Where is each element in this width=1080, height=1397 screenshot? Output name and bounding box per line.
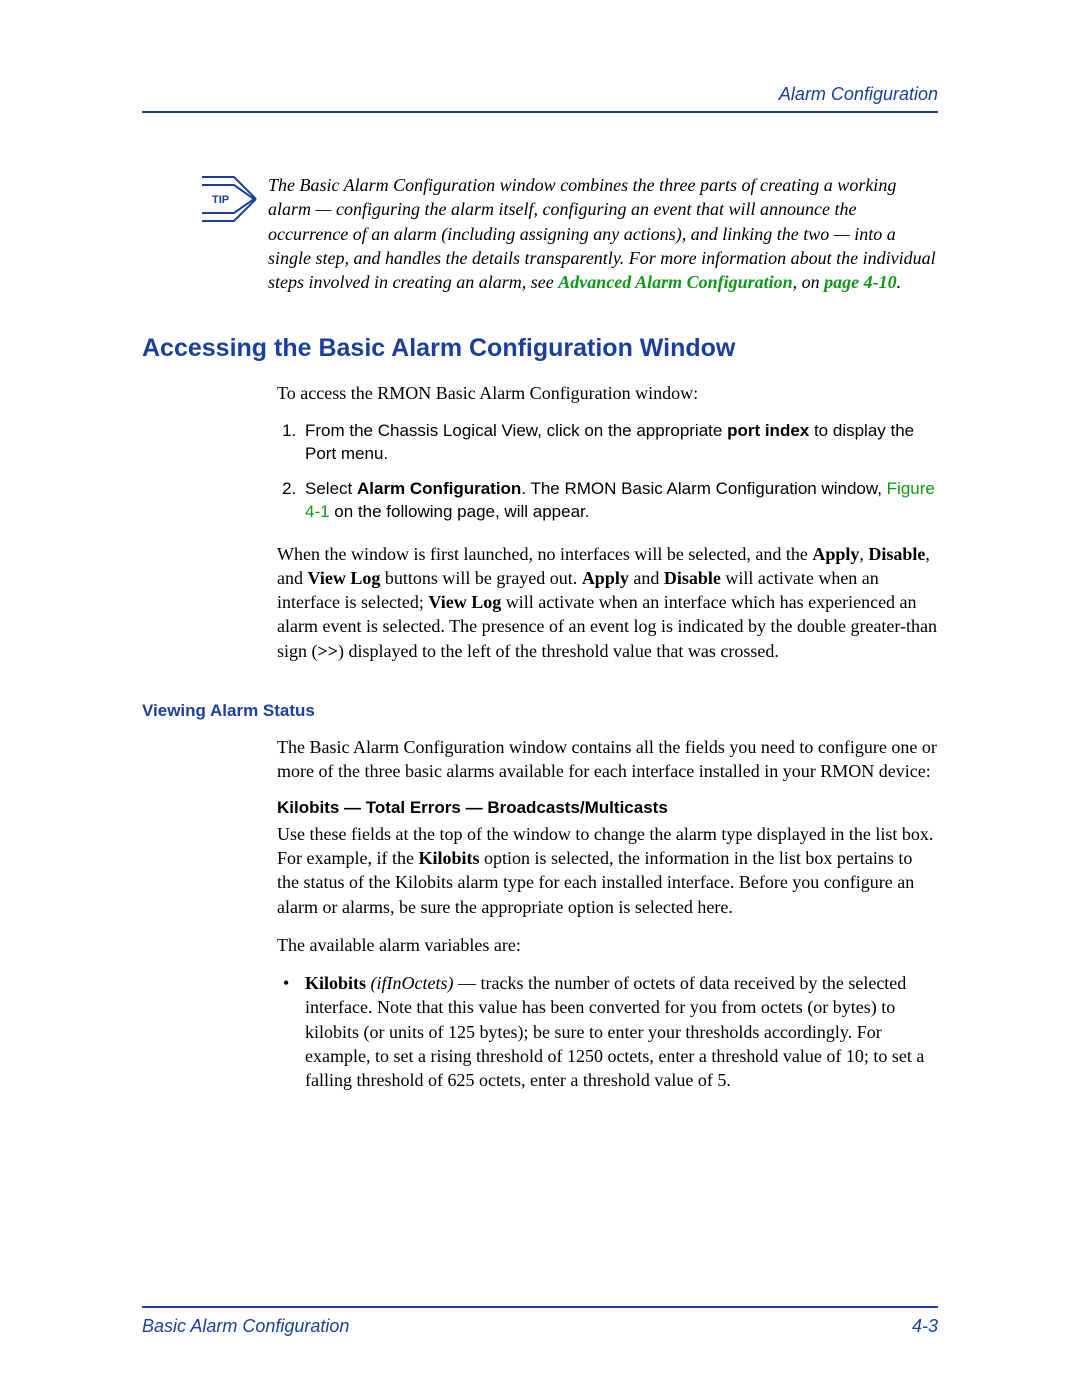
var-name: Kilobits xyxy=(305,973,366,993)
tip-text-mid: , on xyxy=(793,272,825,292)
viewing-block: The Basic Alarm Configuration window con… xyxy=(277,735,938,1093)
p-i: ) displayed to the left of the threshold… xyxy=(338,641,779,661)
tip-xref-link[interactable]: Advanced Alarm Configuration xyxy=(558,272,792,292)
p-b5: Disable xyxy=(664,568,721,588)
page: Alarm Configuration TIP The Basic Alarm … xyxy=(0,0,1080,1397)
step-2-text-b: . The RMON Basic Alarm Configuration win… xyxy=(521,479,886,498)
variables-list: Kilobits (ifInOctets) — tracks the numbe… xyxy=(277,971,938,1092)
p-b4: Apply xyxy=(582,568,629,588)
post-steps-paragraph: When the window is first launched, no in… xyxy=(277,542,938,663)
intro-paragraph: To access the RMON Basic Alarm Configura… xyxy=(277,381,938,405)
viewing-intro: The Basic Alarm Configuration window con… xyxy=(277,735,938,784)
viewing-alarm-status-heading: Viewing Alarm Status xyxy=(142,701,938,721)
variable-kilobits: Kilobits (ifInOctets) — tracks the numbe… xyxy=(277,971,938,1092)
section-heading: Accessing the Basic Alarm Configuration … xyxy=(142,334,938,363)
alarm-types-heading: Kilobits — Total Errors — Broadcasts/Mul… xyxy=(277,798,938,818)
p-f: and xyxy=(629,568,664,588)
page-footer: Basic Alarm Configuration 4-3 xyxy=(142,1306,938,1337)
p-b7: >> xyxy=(318,641,339,661)
p-b2: Disable xyxy=(868,544,925,564)
p-a: When the window is first launched, no in… xyxy=(277,544,812,564)
step-2: Select Alarm Configuration. The RMON Bas… xyxy=(301,478,938,524)
alarm-types-paragraph: Use these fields at the top of the windo… xyxy=(277,822,938,919)
body-block: To access the RMON Basic Alarm Configura… xyxy=(277,381,938,663)
p-e: buttons will be grayed out. xyxy=(380,568,581,588)
p-b6: View Log xyxy=(428,592,501,612)
step-1-bold: port index xyxy=(727,421,809,440)
p-c: , xyxy=(859,544,868,564)
header-rule xyxy=(142,111,938,113)
footer-left: Basic Alarm Configuration xyxy=(142,1316,349,1337)
atp-b: Kilobits xyxy=(418,848,479,868)
tip-icon: TIP xyxy=(200,175,260,228)
var-mib: (ifInOctets) xyxy=(366,973,453,993)
step-1: From the Chassis Logical View, click on … xyxy=(301,420,938,466)
steps-list: From the Chassis Logical View, click on … xyxy=(277,420,938,524)
tip-text-after: . xyxy=(897,272,902,292)
tip-label: TIP xyxy=(212,194,229,206)
step-2-bold: Alarm Configuration xyxy=(357,479,521,498)
running-header: Alarm Configuration xyxy=(142,84,938,105)
step-2-text-c: on the following page, will appear. xyxy=(330,502,590,521)
step-1-text-a: From the Chassis Logical View, click on … xyxy=(305,421,727,440)
footer-page-number: 4-3 xyxy=(912,1316,938,1337)
tip-text: The Basic Alarm Configuration window com… xyxy=(260,173,938,294)
tip-block: TIP The Basic Alarm Configuration window… xyxy=(142,173,938,294)
tip-page-ref[interactable]: page 4-10 xyxy=(824,272,896,292)
step-2-text-a: Select xyxy=(305,479,357,498)
p-b3: View Log xyxy=(308,568,381,588)
p-b1: Apply xyxy=(812,544,859,564)
available-intro: The available alarm variables are: xyxy=(277,933,938,957)
